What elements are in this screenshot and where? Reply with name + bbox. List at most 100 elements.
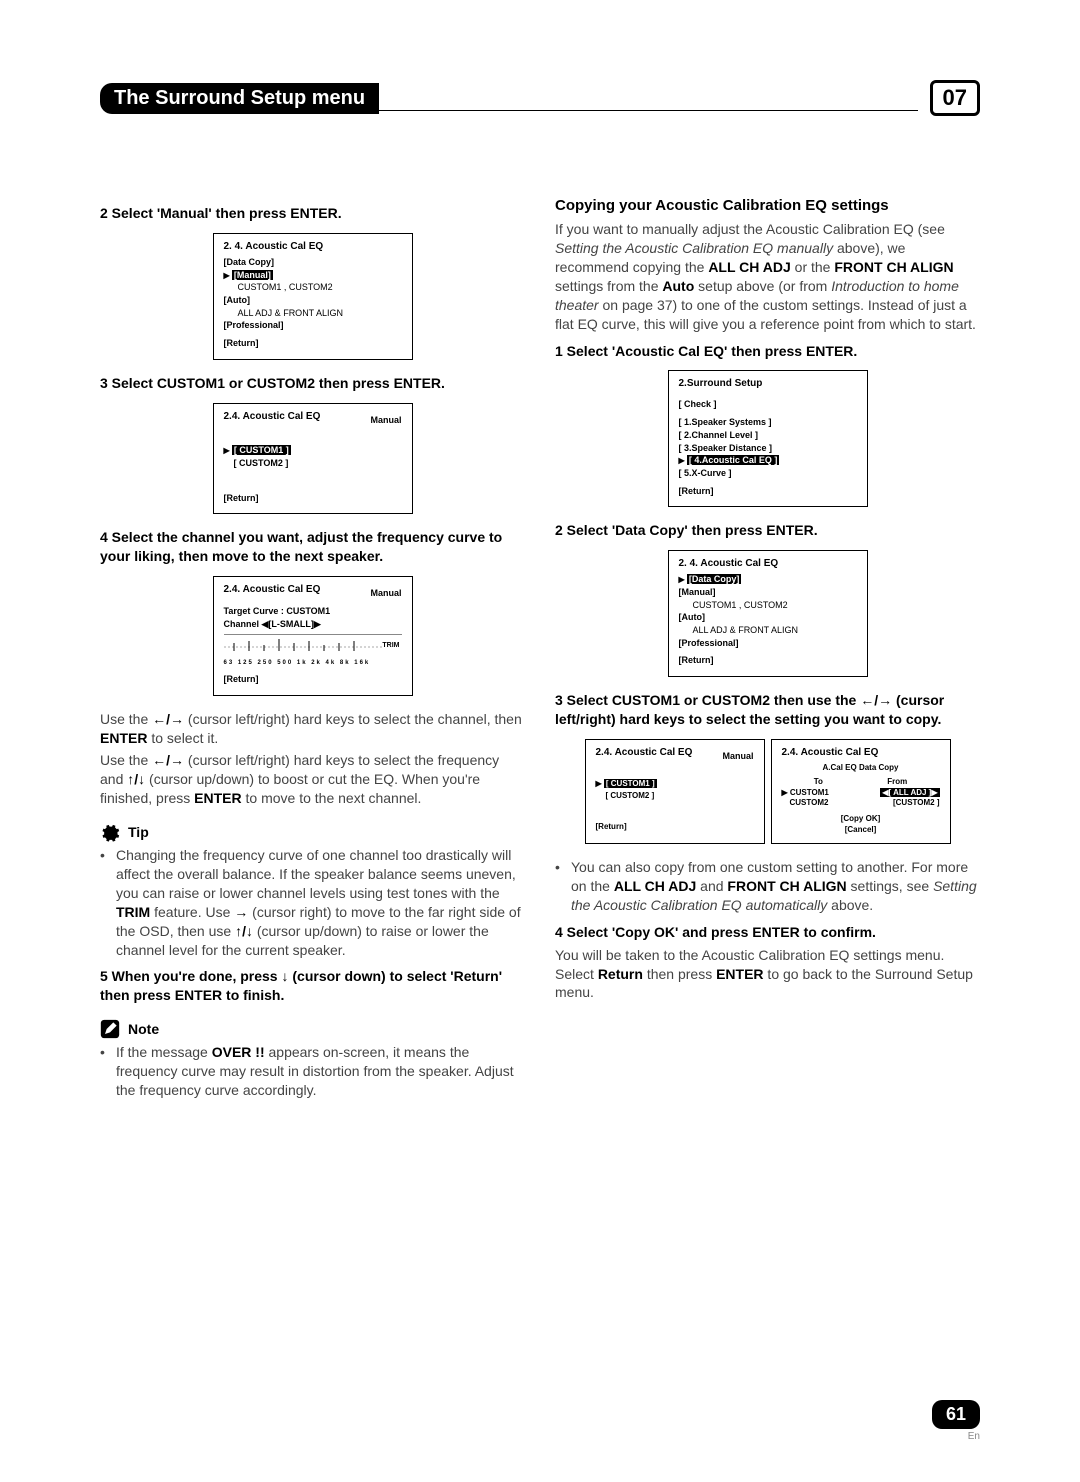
text: to move to the next channel. [242, 790, 422, 806]
step-4: 4 Select the channel you want, adjust th… [100, 528, 525, 566]
osd-pair: 2.4. Acoustic Cal EQ Manual [ CUSTOM1 ] … [555, 739, 980, 844]
text: Use the [100, 752, 152, 768]
paragraph-cursor-channel: Use the ←/→ (cursor left/right) hard key… [100, 710, 525, 748]
osd-copy-ok: [Copy OK] [782, 814, 940, 824]
osd-row: ALL ADJ & FRONT ALIGN [679, 625, 857, 637]
enter-key: ENTER [100, 730, 147, 746]
osd-channel: Channel ◀[L-SMALL]▶ [224, 619, 402, 631]
osd-row-selected: [ CUSTOM1 ] [596, 779, 754, 789]
copy-bullet: • You can also copy from one custom sett… [555, 858, 980, 915]
content-columns: 2 Select 'Manual' then press ENTER. 2. 4… [100, 196, 980, 1102]
osd-row: [ Check ] [679, 399, 857, 411]
step-1r: 1 Select 'Acoustic Cal EQ' then press EN… [555, 342, 980, 361]
enter-key: ENTER [194, 790, 241, 806]
text: settings, see [847, 878, 933, 894]
osd-row: [ 3.Speaker Distance ] [679, 443, 857, 455]
osd-row-selected: [ 4.Acoustic Cal EQ ] [679, 455, 857, 467]
arrow-left-right-icon: ←/→ [860, 692, 892, 708]
arrow-up-down-icon: ↑/↓ [127, 771, 145, 787]
text: settings from the [555, 278, 662, 294]
bullet-dot: • [100, 1043, 110, 1100]
osd-row: [Manual] [679, 587, 857, 599]
osd-subtitle: A.Cal EQ Data Copy [782, 763, 940, 773]
text: above. [827, 897, 873, 913]
osd-highlight: [Manual] [232, 270, 273, 280]
osd-from-label: From [887, 777, 907, 787]
osd-surround-setup: 2.Surround Setup [ Check ] [ 1.Speaker S… [668, 370, 868, 507]
note-header: Note [100, 1019, 525, 1039]
intro-paragraph: If you want to manually adjust the Acous… [555, 220, 980, 333]
osd-title: 2.4. Acoustic Cal EQ [782, 746, 940, 759]
arrow-left-right-icon: ←/→ [152, 752, 184, 768]
osd-row: ALL ADJ & FRONT ALIGN [224, 308, 402, 320]
text: 3 Select CUSTOM1 or CUSTOM2 then use the [555, 692, 860, 708]
osd-row: CUSTOM1 , CUSTOM2 [224, 282, 402, 294]
note-bullet: • If the message OVER !! appears on-scre… [100, 1043, 525, 1100]
osd-target-curve: Target Curve : CUSTOM1 [224, 606, 402, 618]
gear-icon [100, 822, 120, 842]
eq-sliders-icon [224, 635, 384, 659]
osd-row: ◀[ ALL ADJ ]▶ [880, 788, 939, 798]
left-column: 2 Select 'Manual' then press ENTER. 2. 4… [100, 196, 525, 1102]
osd-return: [Return] [596, 822, 754, 832]
osd-return: [Return] [224, 674, 402, 686]
osd-row: [ 2.Channel Level ] [679, 430, 857, 442]
osd-return: [Return] [679, 655, 857, 667]
bullet-dot: • [555, 858, 565, 915]
pencil-icon [100, 1019, 120, 1039]
chapter-title: The Surround Setup menu [100, 83, 379, 114]
osd-title: 2. 4. Acoustic Cal EQ [679, 557, 857, 570]
step-2: 2 Select 'Manual' then press ENTER. [100, 204, 525, 223]
osd-row: [Professional] [679, 638, 857, 650]
text: on page 37) to one of the custom setting… [555, 297, 976, 332]
text: setup above (or from [694, 278, 831, 294]
osd-cancel: [Cancel] [782, 825, 940, 835]
osd-return: [Return] [224, 338, 402, 350]
text: (cursor left/right) hard keys to select … [184, 711, 522, 727]
osd-row: [ CUSTOM2 ] [224, 458, 402, 470]
note-label: Note [128, 1020, 159, 1039]
osd-row: ▶ CUSTOM1 [782, 788, 829, 798]
header-bar: The Surround Setup menu 07 [100, 80, 980, 116]
osd-data-copy-select: 2. 4. Acoustic Cal EQ [Data Copy] [Manua… [668, 550, 868, 677]
osd-return: [Return] [224, 493, 402, 505]
tip-text: Changing the frequency curve of one chan… [116, 846, 525, 959]
return-label: Return [598, 966, 643, 982]
osd-highlight: [ 4.Acoustic Cal EQ ] [687, 455, 780, 465]
osd-row: CUSTOM2 [782, 798, 829, 808]
osd-to-label: To [814, 777, 823, 787]
osd-row: CUSTOM1 , CUSTOM2 [679, 600, 857, 612]
osd-row-selected: [Manual] [224, 270, 402, 282]
step-3r: 3 Select CUSTOM1 or CUSTOM2 then use the… [555, 691, 980, 729]
osd-row: [Auto] [224, 295, 402, 307]
text: or the [791, 259, 835, 275]
note-text: If the message OVER !! appears on-screen… [116, 1043, 525, 1100]
text: Use the [100, 711, 152, 727]
eq-frequency-ticks: 63 125 250 500 1k 2k 4k 8k 16k [224, 660, 402, 668]
osd-copy-right: 2.4. Acoustic Cal EQ A.Cal EQ Data Copy … [771, 739, 951, 844]
text: Changing the frequency curve of one chan… [116, 847, 516, 901]
osd-highlight: [ CUSTOM1 ] [604, 779, 657, 788]
osd-return: [Return] [679, 486, 857, 498]
tip-label: Tip [128, 823, 149, 842]
arrow-left-right-icon: ←/→ [152, 711, 184, 727]
osd-custom-select: 2.4. Acoustic Cal EQ Manual [ CUSTOM1 ] … [213, 403, 413, 515]
over-message: OVER !! [212, 1044, 265, 1060]
step-3: 3 Select CUSTOM1 or CUSTOM2 then press E… [100, 374, 525, 393]
tip-bullet: • Changing the frequency curve of one ch… [100, 846, 525, 959]
auto-label: Auto [662, 278, 694, 294]
text: then press [643, 966, 716, 982]
text: If you want to manually adjust the Acous… [555, 221, 945, 237]
bullet-text: You can also copy from one custom settin… [571, 858, 980, 915]
all-ch-adj: ALL CH ADJ [614, 878, 696, 894]
right-column: Copying your Acoustic Calibration EQ set… [555, 196, 980, 1102]
header-rule [377, 110, 917, 111]
osd-trim-label: TRIM [382, 641, 399, 650]
osd-highlight: [ CUSTOM1 ] [232, 445, 291, 455]
step-2r: 2 Select 'Data Copy' then press ENTER. [555, 521, 980, 540]
trim-label: TRIM [116, 904, 150, 920]
text: to select it. [147, 730, 218, 746]
section-heading-copy-eq: Copying your Acoustic Calibration EQ set… [555, 196, 980, 216]
text: 5 When you're done, press [100, 968, 281, 984]
osd-row: [ 1.Speaker Systems ] [679, 417, 857, 429]
